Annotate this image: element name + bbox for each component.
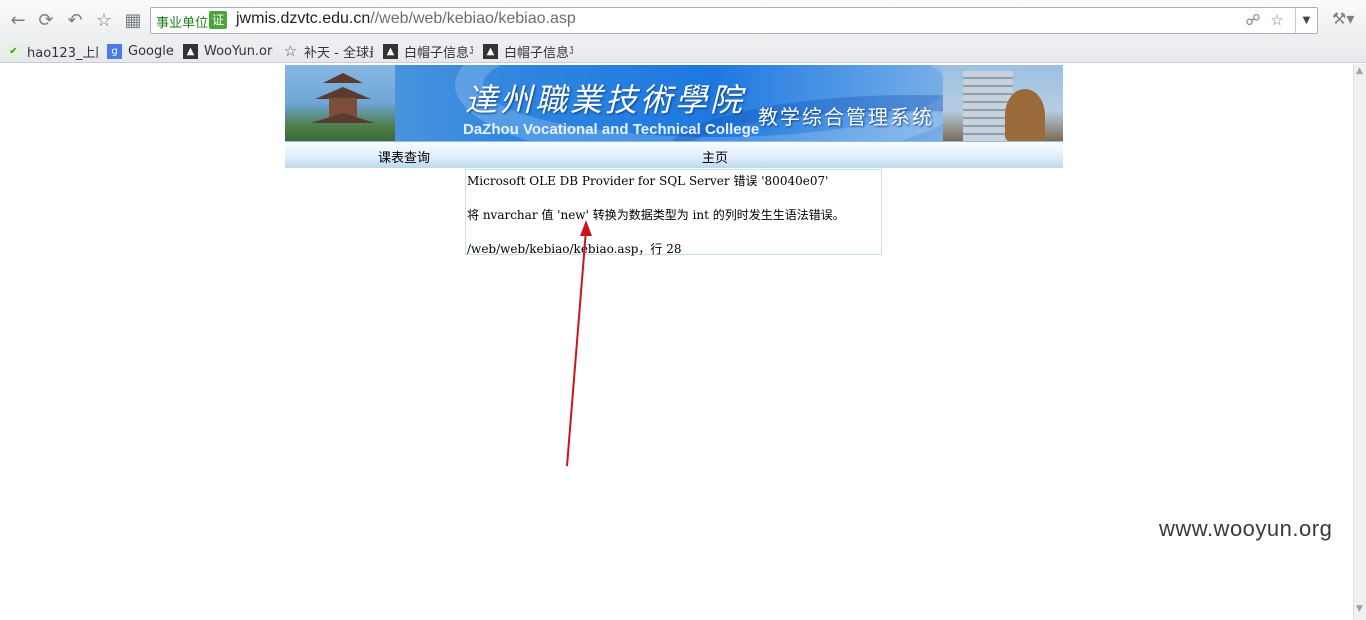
bookmark-label: 补天 - 全球最 (304, 45, 373, 61)
arrow-head (580, 220, 592, 236)
bookmark-label: 白帽子信息平 (504, 45, 573, 61)
bookmark-google[interactable]: g Google (107, 41, 177, 61)
back-icon[interactable]: ← (7, 9, 29, 31)
bookmark-label: 白帽子信息平 (404, 45, 473, 61)
bookmark-butian[interactable]: ☆ 补天 - 全球最 (283, 41, 373, 61)
wooyun-icon: ▲ (383, 43, 398, 59)
forward-icon[interactable]: ⟳ (35, 9, 57, 31)
annotation-arrow (566, 220, 592, 467)
wooyun-icon: ▲ (183, 43, 198, 59)
favorite-icon[interactable]: ☆ (1268, 11, 1286, 29)
url-text[interactable]: jwmis.dzvtc.edu.cn//web/web/kebiao/kebia… (236, 10, 576, 28)
hao123-icon: ✔ (6, 43, 21, 59)
address-bar[interactable]: 事业单位 证 jwmis.dzvtc.edu.cn//web/web/kebia… (150, 7, 1318, 34)
bookmark-label: Google (128, 43, 174, 59)
page-content: 達州職業技術學院 教学综合管理系统 DaZhou Vocational and … (0, 64, 1353, 620)
cert-label[interactable]: 事业单位 (156, 12, 208, 31)
wrench-icon[interactable]: ⚒▾ (1332, 9, 1360, 31)
dropdown-icon[interactable]: ▼ (1295, 8, 1317, 33)
arrow-shaft (566, 229, 587, 467)
browser-toolbar: ← ⟳ ↶ ☆ ▦ 事业单位 证 jwmis.dzvtc.edu.cn//web… (0, 0, 1366, 40)
bookmark-label: WooYun.org (204, 43, 273, 59)
wooyun-icon: ▲ (483, 43, 498, 59)
google-icon: g (107, 43, 122, 59)
star-icon[interactable]: ☆ (93, 9, 115, 31)
bookmark-baimaozi-2[interactable]: ▲ 白帽子信息平 (483, 41, 573, 61)
cert-icon[interactable]: 证 (209, 11, 227, 29)
bookmark-baimaozi-1[interactable]: ▲ 白帽子信息平 (383, 41, 473, 61)
watermark: www.wooyun.org (1159, 516, 1333, 541)
bookmark-label: hao123_上网 (27, 45, 98, 61)
star-icon: ☆ (283, 42, 298, 60)
vertical-scrollbar[interactable]: ▲ ▼ (1353, 64, 1366, 620)
ie-icon[interactable]: ☍ (1244, 11, 1262, 29)
grid-icon[interactable]: ▦ (122, 9, 144, 31)
scroll-down-icon[interactable]: ▼ (1356, 604, 1363, 614)
bookmarks-bar: ✔ hao123_上网 g Google ▲ WooYun.org ☆ 补天 -… (0, 38, 1366, 63)
scroll-up-icon[interactable]: ▲ (1356, 66, 1363, 76)
bookmark-wooyun[interactable]: ▲ WooYun.org (183, 41, 273, 61)
undo-icon[interactable]: ↶ (64, 9, 86, 31)
bookmark-hao123[interactable]: ✔ hao123_上网 (6, 41, 98, 61)
